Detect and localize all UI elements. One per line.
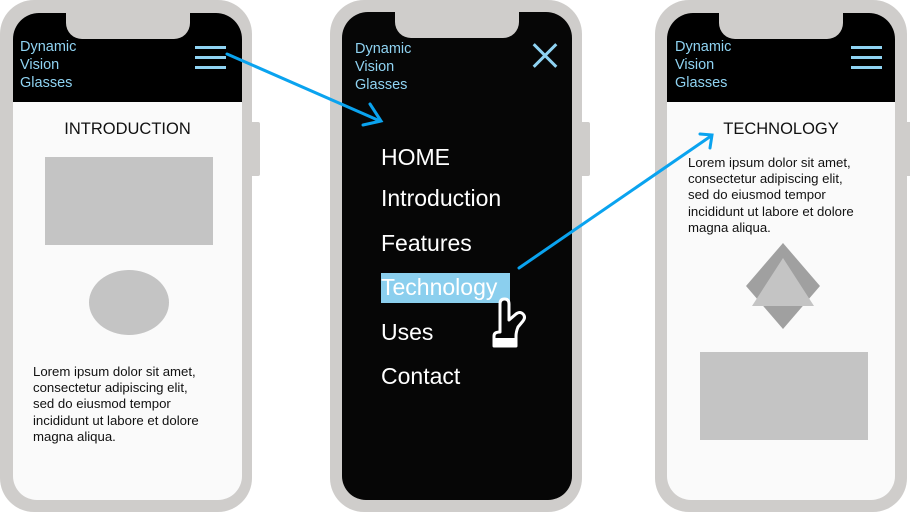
menu-screen: Dynamic Vision Glasses HOME Introduction… bbox=[342, 12, 572, 500]
body-text: Lorem ipsum dolor sit amet, consectetur … bbox=[33, 364, 199, 445]
menu-item-home[interactable]: HOME bbox=[381, 143, 450, 171]
brand-line: Dynamic bbox=[355, 41, 412, 57]
hamburger-menu-icon[interactable] bbox=[851, 46, 882, 70]
brand-logo-text[interactable]: Dynamic Vision Glasses bbox=[355, 40, 411, 94]
hamburger-menu-icon[interactable] bbox=[195, 46, 226, 70]
phone-side-button bbox=[582, 122, 590, 176]
phone-notch bbox=[395, 12, 519, 38]
menu-item-introduction[interactable]: Introduction bbox=[381, 184, 501, 212]
technology-screen: Dynamic Vision Glasses TECHNOLOGY Lorem … bbox=[667, 13, 895, 500]
brand-line: Vision bbox=[355, 59, 395, 75]
brand-logo-text[interactable]: Dynamic Vision Glasses bbox=[675, 38, 731, 92]
page-title: INTRODUCTION bbox=[64, 120, 191, 138]
brand-line: Glasses bbox=[675, 75, 728, 91]
body-line: sed do eiusmod tempor bbox=[33, 396, 171, 412]
brand-logo-text[interactable]: Dynamic Vision Glasses bbox=[20, 38, 76, 92]
image-placeholder bbox=[45, 157, 213, 245]
phone-notch bbox=[719, 13, 843, 39]
phone-notch bbox=[65, 13, 190, 39]
brand-line: Glasses bbox=[20, 75, 73, 91]
phone-side-button bbox=[252, 122, 260, 176]
body-text: Lorem ipsum dolor sit amet, consectetur … bbox=[688, 155, 854, 236]
menu-item-contact[interactable]: Contact bbox=[381, 362, 460, 390]
brand-line: Vision bbox=[675, 57, 715, 73]
pointing-hand-cursor-icon bbox=[492, 297, 526, 348]
body-line: magna aliqua. bbox=[33, 428, 116, 444]
phone-menu: Dynamic Vision Glasses HOME Introduction… bbox=[330, 0, 590, 512]
diamond-triangle-graphic bbox=[746, 243, 820, 329]
body-line: Lorem ipsum dolor sit amet, bbox=[688, 155, 851, 170]
body-line: incididunt ut labore et dolore bbox=[688, 203, 854, 219]
image-placeholder-ellipse bbox=[89, 270, 169, 335]
phone-side-button bbox=[905, 122, 910, 176]
phone-technology: Dynamic Vision Glasses TECHNOLOGY Lorem … bbox=[655, 0, 910, 512]
body-line: Lorem ipsum dolor sit amet, bbox=[33, 364, 196, 379]
brand-line: Glasses bbox=[355, 77, 408, 93]
phone-introduction: Dynamic Vision Glasses INTRODUCTION Lore… bbox=[0, 0, 260, 512]
image-placeholder bbox=[700, 352, 868, 440]
body-line: consectetur adipiscing elit, bbox=[33, 380, 188, 396]
menu-item-uses[interactable]: Uses bbox=[381, 318, 433, 346]
close-icon[interactable] bbox=[532, 43, 558, 69]
body-line: incididunt ut labore et dolore bbox=[33, 412, 199, 428]
page-title: TECHNOLOGY bbox=[723, 120, 839, 138]
brand-line: Vision bbox=[20, 57, 60, 73]
brand-line: Dynamic bbox=[675, 39, 732, 55]
brand-line: Dynamic bbox=[20, 39, 77, 55]
body-line: magna aliqua. bbox=[688, 219, 771, 235]
body-line: sed do eiusmod tempor bbox=[688, 187, 826, 203]
menu-item-features[interactable]: Features bbox=[381, 229, 472, 257]
introduction-screen: Dynamic Vision Glasses INTRODUCTION Lore… bbox=[13, 13, 242, 500]
body-line: consectetur adipiscing elit, bbox=[688, 171, 843, 187]
